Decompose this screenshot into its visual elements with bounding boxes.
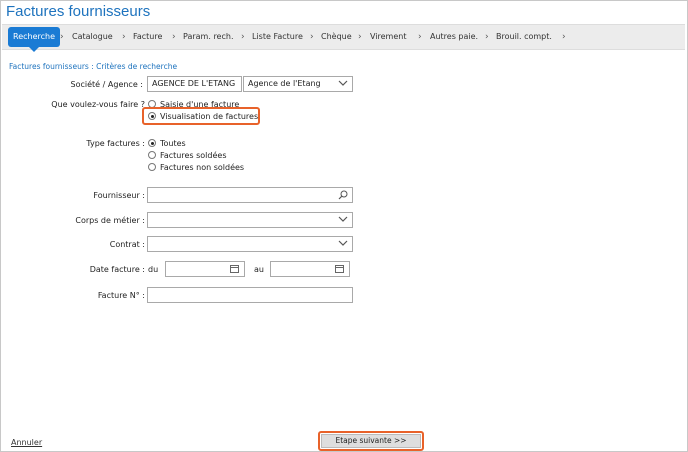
next-step-button[interactable]: Etape suivante >> — [321, 434, 421, 448]
radio-factures-non-soldees[interactable]: Factures non soldées — [148, 162, 244, 173]
radio-visualisation-label: Visualisation de factures — [160, 112, 259, 121]
radio-factures-soldees[interactable]: Factures soldées — [148, 150, 227, 161]
tab-catalogue[interactable]: Catalogue — [72, 25, 113, 49]
chevron-right-icon: › — [241, 32, 245, 42]
chevron-right-icon: › — [485, 32, 489, 42]
date-to-label: au — [254, 265, 264, 274]
date-from-input[interactable] — [165, 261, 245, 277]
search-icon[interactable] — [338, 190, 348, 205]
tab-param-rech[interactable]: Param. rech. — [183, 25, 233, 49]
radio-visualisation-factures[interactable]: Visualisation de factures — [148, 111, 258, 122]
fournisseur-input[interactable] — [147, 187, 353, 203]
type-label: Type factures : — [86, 139, 145, 148]
tab-recherche[interactable]: Recherche — [8, 27, 61, 52]
societe-code-field[interactable]: AGENCE DE L'ETANG — [147, 76, 242, 92]
radio-toutes[interactable]: Toutes — [148, 138, 186, 149]
numero-input[interactable] — [147, 287, 353, 303]
chevron-right-icon: › — [172, 32, 176, 42]
chevron-down-icon — [338, 78, 348, 93]
chevron-down-icon — [338, 214, 348, 229]
page-title: Factures fournisseurs — [6, 3, 151, 20]
chevron-right-icon: › — [358, 32, 362, 42]
calendar-icon[interactable] — [335, 265, 344, 273]
corps-metier-label: Corps de métier : — [75, 216, 145, 225]
societe-select[interactable]: Agence de l'Etang — [243, 76, 353, 92]
breadcrumb: Recherche › Catalogue › Facture › Param.… — [2, 24, 685, 52]
chevron-right-icon: › — [310, 32, 314, 42]
radio-button[interactable] — [148, 163, 156, 171]
tab-liste-facture[interactable]: Liste Facture — [252, 25, 303, 49]
radio-toutes-label: Toutes — [160, 139, 186, 148]
tab-facture[interactable]: Facture — [133, 25, 162, 49]
section-title: Factures fournisseurs : Critères de rech… — [9, 62, 178, 71]
tab-autres-paie[interactable]: Autres paie. — [430, 25, 478, 49]
numero-label: Facture N° : — [97, 291, 145, 300]
chevron-right-icon: › — [562, 32, 566, 42]
date-from-label: du — [148, 265, 159, 274]
radio-button-selected[interactable] — [148, 112, 156, 120]
chevron-right-icon: › — [122, 32, 126, 42]
radio-button-selected[interactable] — [148, 139, 156, 147]
radio-soldees-label: Factures soldées — [160, 151, 227, 160]
tab-brouil-compt[interactable]: Brouil. compt. — [496, 25, 552, 49]
contrat-label: Contrat : — [109, 240, 145, 249]
contrat-select[interactable] — [147, 236, 353, 252]
societe-label: Société / Agence : — [70, 80, 143, 89]
chevron-right-icon: › — [418, 32, 422, 42]
radio-non-soldees-label: Factures non soldées — [160, 163, 245, 172]
date-to-input[interactable] — [270, 261, 350, 277]
calendar-icon[interactable] — [230, 265, 239, 273]
chevron-right-icon: › — [60, 32, 64, 42]
chevron-down-icon — [338, 238, 348, 253]
radio-button[interactable] — [148, 151, 156, 159]
action-label: Que voulez-vous faire ? — [51, 100, 145, 109]
date-label: Date facture : — [89, 265, 145, 274]
cancel-link[interactable]: Annuler — [11, 438, 42, 447]
tab-virement[interactable]: Virement — [370, 25, 406, 49]
societe-select-value: Agence de l'Etang — [248, 79, 321, 88]
corps-metier-select[interactable] — [147, 212, 353, 228]
tab-cheque[interactable]: Chèque — [321, 25, 352, 49]
fournisseur-label: Fournisseur : — [93, 191, 145, 200]
